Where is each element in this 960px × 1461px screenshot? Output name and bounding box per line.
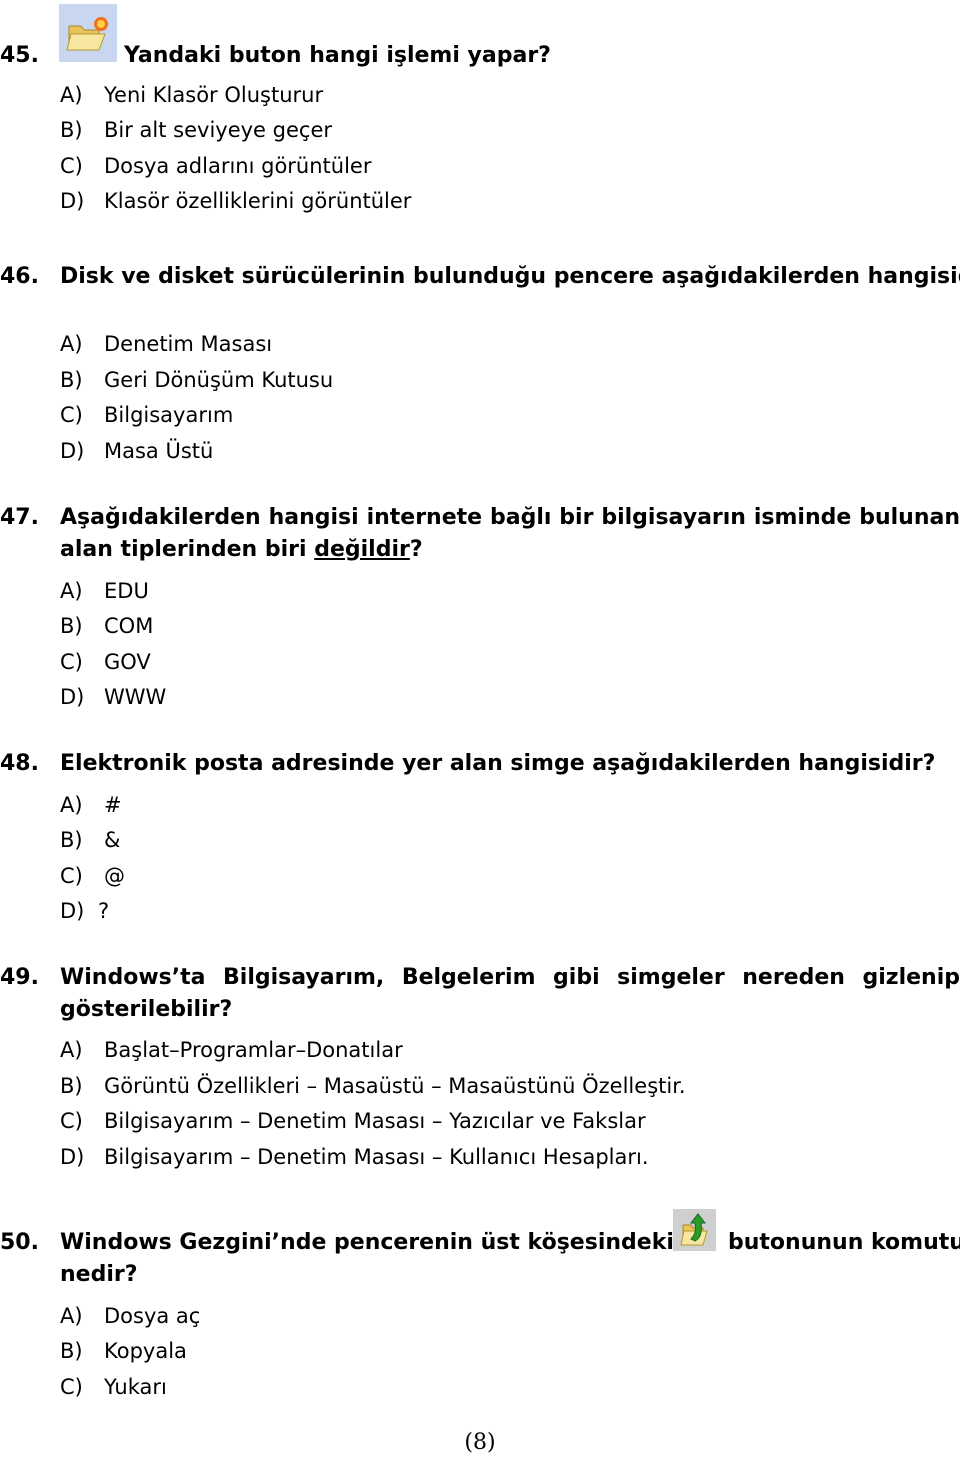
option-d[interactable]: D) Bilgisayarım – Denetim Masası – Kullan… [60, 1142, 649, 1172]
question-text-line1-post: butonunun komutu [728, 1230, 960, 1255]
question-text: Disk ve disket sürücülerinin bulunduğu p… [60, 264, 960, 289]
option-text: Yeni Klasör Oluşturur [104, 83, 324, 107]
option-letter: D) [60, 189, 85, 213]
question-text-line2: nedir? [60, 1262, 138, 1287]
option-c[interactable]: C) Yukarı [60, 1372, 167, 1402]
option-text: GOV [104, 650, 151, 674]
option-letter: C) [60, 403, 83, 427]
option-a[interactable]: A) EDU [60, 576, 149, 606]
option-text: Yukarı [104, 1375, 167, 1399]
option-b[interactable]: B) & [60, 825, 120, 855]
option-letter: C) [60, 864, 83, 888]
question-text-line1: Aşağıdakilerden hangisi internete bağlı … [60, 505, 960, 530]
option-letter: D) [60, 1145, 85, 1169]
option-text: Bilgisayarım – Denetim Masası – Yazıcıla… [104, 1109, 646, 1133]
option-c[interactable]: C) Bilgisayarım [60, 400, 233, 430]
option-letter: D) [60, 899, 85, 923]
new-folder-icon [59, 4, 117, 62]
question-number: 45. [0, 43, 39, 68]
option-a[interactable]: A) Başlat–Programlar–Donatılar [60, 1035, 403, 1065]
option-text: @ [104, 864, 125, 888]
question-number: 46. [0, 264, 39, 289]
option-letter: A) [60, 1038, 83, 1062]
option-text: Bilgisayarım [104, 403, 234, 427]
question-text-line2: gösterilebilir? [60, 997, 233, 1022]
up-folder-icon [673, 1209, 716, 1251]
option-letter: B) [60, 118, 83, 142]
option-b[interactable]: B) Görüntü Özellikleri – Masaüstü – Masaü… [60, 1071, 686, 1101]
option-text: # [104, 793, 122, 817]
option-text: Bir alt seviyeye geçer [104, 118, 333, 142]
option-letter: B) [60, 1074, 83, 1098]
option-text: Geri Dönüşüm Kutusu [104, 368, 334, 392]
option-letter: A) [60, 579, 83, 603]
option-c[interactable]: C) GOV [60, 647, 151, 677]
option-text: COM [104, 614, 154, 638]
option-letter: C) [60, 154, 83, 178]
option-letter: B) [60, 828, 83, 852]
question-number: 47. [0, 505, 39, 530]
option-text: Kopyala [104, 1339, 187, 1363]
question-text-line1: Windows’ta Bilgisayarım, Belgelerim gibi… [60, 965, 960, 990]
option-letter: C) [60, 1109, 83, 1133]
option-text: & [104, 828, 121, 852]
option-a[interactable]: A) Yeni Klasör Oluşturur [60, 80, 323, 110]
option-a[interactable]: A) # [60, 790, 122, 820]
option-letter: C) [60, 1375, 83, 1399]
option-d[interactable]: D) Masa Üstü [60, 436, 213, 466]
question-text: Elektronik posta adresinde yer alan simg… [60, 751, 936, 776]
option-text: ? [98, 899, 110, 923]
option-b[interactable]: B) Kopyala [60, 1336, 187, 1366]
option-text: Dosya adlarını görüntüler [104, 154, 372, 178]
option-text: Klasör özelliklerini görüntüler [104, 189, 412, 213]
option-letter: D) [60, 685, 85, 709]
question-number: 48. [0, 751, 39, 776]
option-letter: B) [60, 614, 83, 638]
option-b[interactable]: B) Geri Dönüşüm Kutusu [60, 365, 333, 395]
question-text-line2: alan tiplerinden biri değildir? [60, 534, 423, 566]
option-c[interactable]: C) @ [60, 861, 125, 891]
option-d[interactable]: D) WWW [60, 682, 166, 712]
option-a[interactable]: A) Denetim Masası [60, 329, 272, 359]
option-d[interactable]: D)? [60, 896, 109, 926]
emphasis-word: değildir [314, 537, 410, 562]
option-text: EDU [104, 579, 149, 603]
question-text-part: alan tiplerinden biri [60, 537, 315, 562]
question-number: 49. [0, 965, 39, 990]
option-text: Denetim Masası [104, 332, 273, 356]
option-text: Masa Üstü [104, 439, 214, 463]
option-letter: D) [60, 439, 85, 463]
option-text: WWW [104, 685, 167, 709]
option-text: Başlat–Programlar–Donatılar [104, 1038, 403, 1062]
question-text-part: ? [409, 537, 423, 562]
option-c[interactable]: C) Dosya adlarını görüntüler [60, 151, 371, 181]
option-letter: B) [60, 1339, 83, 1363]
option-text: Bilgisayarım – Denetim Masası – Kullanıc… [104, 1145, 649, 1169]
option-letter: B) [60, 368, 83, 392]
option-a[interactable]: A) Dosya aç [60, 1301, 200, 1331]
option-c[interactable]: C) Bilgisayarım – Denetim Masası – Yazıcı… [60, 1106, 646, 1136]
option-b[interactable]: B) Bir alt seviyeye geçer [60, 115, 332, 145]
question-text-line1-pre: Windows Gezgini’nde pencerenin üst köşes… [60, 1230, 674, 1255]
option-letter: A) [60, 83, 83, 107]
option-letter: C) [60, 650, 83, 674]
option-letter: A) [60, 1304, 83, 1328]
option-letter: A) [60, 793, 83, 817]
option-letter: A) [60, 332, 83, 356]
page-number: (8) [464, 1430, 496, 1455]
option-text: Dosya aç [104, 1304, 201, 1328]
question-number: 50. [0, 1230, 39, 1255]
option-text: Görüntü Özellikleri – Masaüstü – Masaüst… [104, 1074, 686, 1098]
option-b[interactable]: B) COM [60, 611, 153, 641]
option-d[interactable]: D) Klasör özelliklerini görüntüler [60, 186, 411, 216]
question-text: Yandaki buton hangi işlemi yapar? [124, 43, 551, 68]
